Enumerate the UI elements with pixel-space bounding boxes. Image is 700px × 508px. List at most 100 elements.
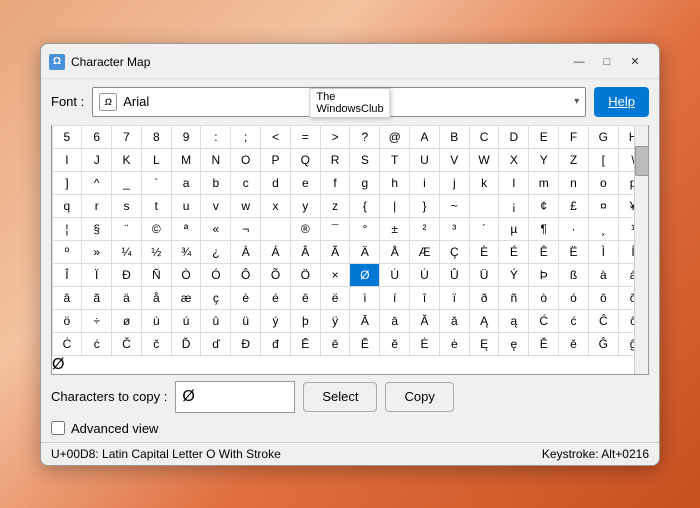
char-cell[interactable]: û (200, 309, 231, 333)
char-cell[interactable]: ¿ (200, 240, 231, 264)
char-cell[interactable]: µ (498, 217, 529, 241)
char-cell[interactable]: T (379, 148, 410, 172)
select-button[interactable]: Select (303, 382, 377, 412)
char-cell[interactable]: K (111, 148, 142, 172)
char-cell[interactable]: Ã (320, 240, 351, 264)
char-cell[interactable]: < (260, 125, 291, 149)
char-cell[interactable]: ¶ (528, 217, 559, 241)
char-cell[interactable]: Ñ (141, 263, 172, 287)
char-cell[interactable]: ¡ (498, 194, 529, 218)
char-cell[interactable]: M (171, 148, 202, 172)
char-cell[interactable]: æ (171, 286, 202, 310)
char-cell[interactable]: e (290, 171, 321, 195)
char-cell[interactable]: Y (528, 148, 559, 172)
char-cell[interactable]: ³ (439, 217, 470, 241)
char-cell[interactable]: f (320, 171, 351, 195)
char-cell[interactable]: ® (290, 217, 321, 241)
char-cell[interactable]: ¬ (230, 217, 261, 241)
char-cell[interactable]: ` (141, 171, 172, 195)
scrollbar-thumb[interactable] (635, 146, 649, 176)
char-cell[interactable]: ï (439, 286, 470, 310)
char-cell[interactable]: Ï (81, 263, 112, 287)
char-cell[interactable]: G (588, 125, 619, 149)
char-cell[interactable]: D (498, 125, 529, 149)
char-cell[interactable]: = (290, 125, 321, 149)
char-cell[interactable]: ¸ (588, 217, 619, 241)
char-cell[interactable]: Ē (290, 332, 321, 356)
char-cell[interactable]: [ (588, 148, 619, 172)
char-cell[interactable]: à (588, 263, 619, 287)
char-cell[interactable]: q (52, 194, 83, 218)
char-cell[interactable]: t (141, 194, 172, 218)
char-cell[interactable]: Ĝ (588, 332, 619, 356)
char-cell[interactable]: _ (111, 171, 142, 195)
char-cell[interactable]: Ĉ (588, 309, 619, 333)
char-cell[interactable] (469, 194, 500, 218)
char-cell[interactable]: þ (290, 309, 321, 333)
char-cell[interactable]: Â (290, 240, 321, 264)
char-cell[interactable]: x (260, 194, 291, 218)
char-cell[interactable]: ó (558, 286, 589, 310)
char-cell[interactable]: ò (528, 286, 559, 310)
char-cell[interactable]: s (111, 194, 142, 218)
char-cell[interactable]: đ (260, 332, 291, 356)
char-cell[interactable]: ð (469, 286, 500, 310)
char-cell[interactable]: 6 (81, 125, 112, 149)
char-cell[interactable]: č (141, 332, 172, 356)
char-cell[interactable]: Û (439, 263, 470, 287)
char-cell[interactable]: Å (379, 240, 410, 264)
char-cell[interactable]: } (409, 194, 440, 218)
char-cell[interactable]: X (498, 148, 529, 172)
char-cell[interactable]: ý (260, 309, 291, 333)
char-cell[interactable]: Ó (200, 263, 231, 287)
char-cell[interactable]: Ą (469, 309, 500, 333)
char-cell[interactable]: ÿ (320, 309, 351, 333)
char-cell[interactable]: 8 (141, 125, 172, 149)
char-cell[interactable]: Ì (588, 240, 619, 264)
char-cell[interactable]: ^ (81, 171, 112, 195)
char-cell[interactable]: Ç (439, 240, 470, 264)
char-cell[interactable]: × (320, 263, 351, 287)
char-cell[interactable]: â (52, 286, 83, 310)
char-cell[interactable]: B (439, 125, 470, 149)
char-cell[interactable]: º (52, 240, 83, 264)
char-cell[interactable]: Î (52, 263, 83, 287)
char-cell[interactable]: ¤ (588, 194, 619, 218)
char-cell[interactable]: m (528, 171, 559, 195)
char-cell[interactable]: v (200, 194, 231, 218)
char-cell[interactable]: ß (558, 263, 589, 287)
char-cell[interactable]: w (230, 194, 261, 218)
char-cell[interactable]: > (320, 125, 351, 149)
char-cell[interactable]: ? (349, 125, 380, 149)
char-cell[interactable]: Ä (349, 240, 380, 264)
char-cell[interactable]: ÷ (81, 309, 112, 333)
char-cell[interactable]: ¨ (111, 217, 142, 241)
char-cell[interactable]: @ (379, 125, 410, 149)
char-cell[interactable]: u (171, 194, 202, 218)
char-cell[interactable]: ą (498, 309, 529, 333)
chars-to-copy-input[interactable] (175, 381, 295, 413)
char-cell[interactable]: { (349, 194, 380, 218)
char-cell[interactable]: ĕ (379, 332, 410, 356)
char-cell[interactable]: Ā (349, 309, 380, 333)
char-cell[interactable]: b (200, 171, 231, 195)
char-cell[interactable]: å (141, 286, 172, 310)
char-cell[interactable]: · (558, 217, 589, 241)
char-cell[interactable]: Đ (230, 332, 261, 356)
char-cell[interactable]: ć (558, 309, 589, 333)
char-cell[interactable]: N (200, 148, 231, 172)
char-cell[interactable]: W (469, 148, 500, 172)
char-cell[interactable]: C (469, 125, 500, 149)
char-cell[interactable]: ñ (498, 286, 529, 310)
char-cell[interactable]: j (439, 171, 470, 195)
char-cell[interactable]: Ă (409, 309, 440, 333)
char-cell[interactable]: J (81, 148, 112, 172)
char-cell[interactable]: ª (171, 217, 202, 241)
char-cell[interactable]: Q (290, 148, 321, 172)
char-cell[interactable]: Ú (409, 263, 440, 287)
char-cell[interactable]: ç (200, 286, 231, 310)
advanced-view-checkbox[interactable] (51, 421, 65, 435)
minimize-button[interactable]: — (567, 52, 591, 72)
char-cell[interactable]: Ð (111, 263, 142, 287)
char-cell[interactable]: R (320, 148, 351, 172)
